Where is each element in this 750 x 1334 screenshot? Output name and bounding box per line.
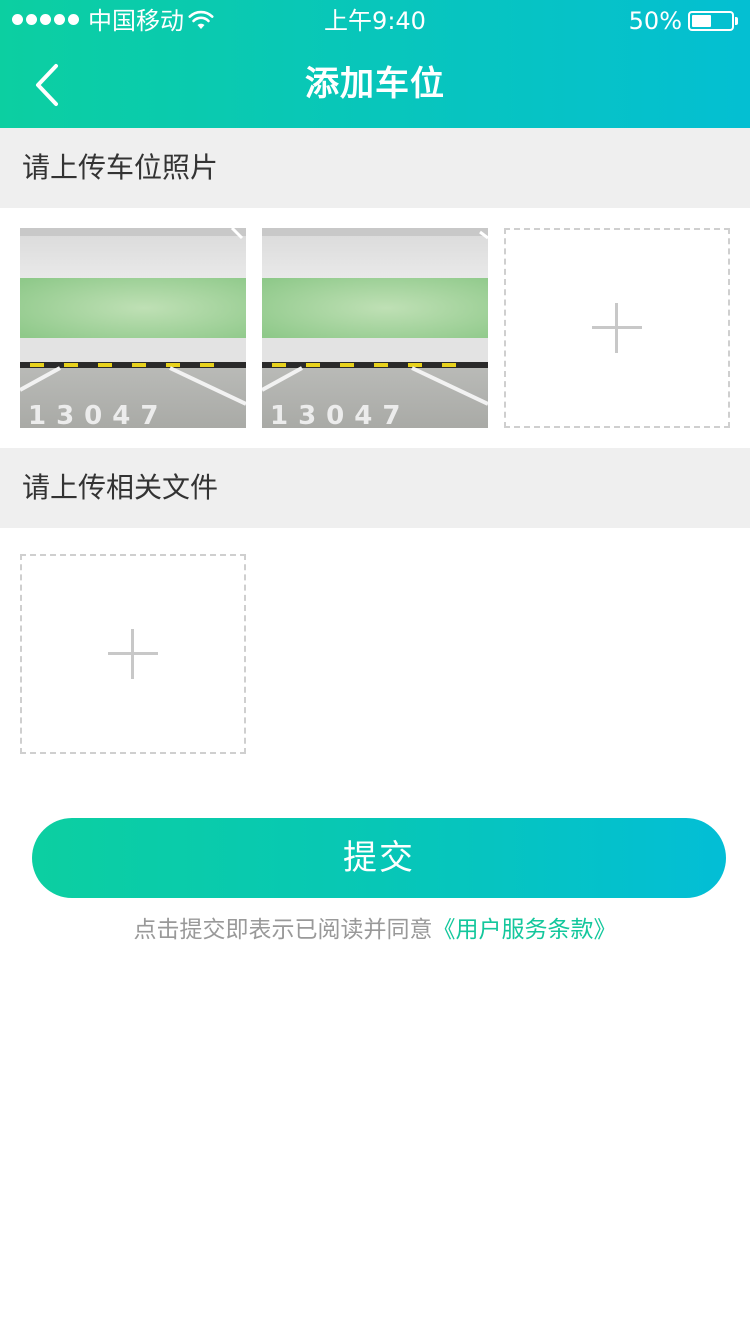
section-header-photos: 请上传车位照片 bbox=[0, 128, 750, 208]
add-photo-button[interactable] bbox=[504, 228, 730, 428]
terms-prefix: 点击提交即表示已阅读并同意 bbox=[133, 917, 433, 943]
parking-photo-image: 13047 bbox=[262, 228, 488, 428]
parking-photo-image: 13047 bbox=[20, 228, 246, 428]
parking-spot-number: 13047 bbox=[28, 401, 168, 428]
battery-percentage: 50% bbox=[628, 7, 682, 35]
parking-photo-2[interactable]: 13047 bbox=[262, 228, 488, 428]
section-title-files: 请上传相关文件 bbox=[22, 471, 219, 504]
plus-icon bbox=[108, 629, 158, 679]
parking-spot-number: 13047 bbox=[270, 401, 410, 428]
section-title-photos: 请上传车位照片 bbox=[22, 151, 219, 184]
parking-photo-1[interactable]: 13047 bbox=[20, 228, 246, 428]
battery-icon bbox=[688, 11, 738, 31]
plus-icon bbox=[592, 303, 642, 353]
add-file-button[interactable] bbox=[20, 554, 246, 754]
terms-link[interactable]: 《用户服务条款》 bbox=[433, 917, 617, 943]
section-header-files: 请上传相关文件 bbox=[0, 448, 750, 528]
app-header: 中国移动 上午9:40 50% 添加车位 bbox=[0, 0, 750, 128]
terms-notice: 点击提交即表示已阅读并同意《用户服务条款》 bbox=[0, 912, 750, 948]
status-bar: 中国移动 上午9:40 50% bbox=[0, 0, 750, 42]
page-title: 添加车位 bbox=[305, 64, 445, 104]
submit-button[interactable]: 提交 bbox=[32, 818, 726, 898]
